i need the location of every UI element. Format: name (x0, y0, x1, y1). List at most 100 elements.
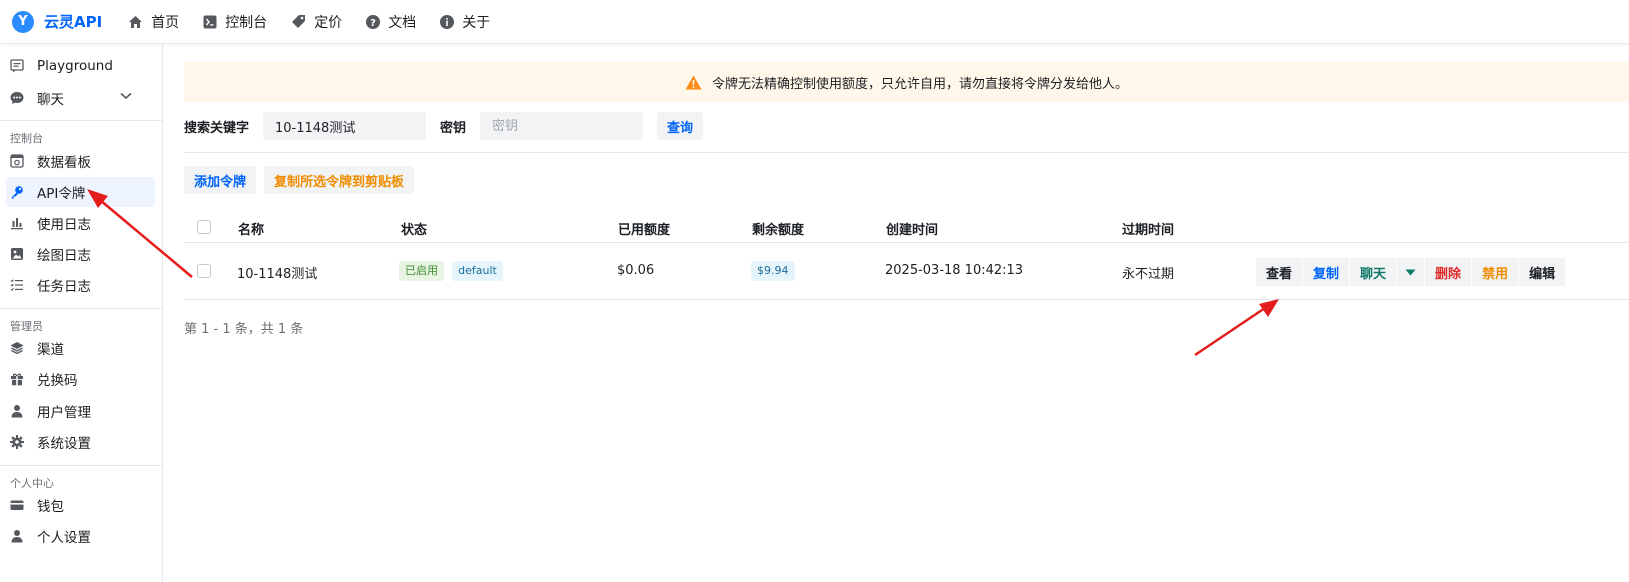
sidebar-item-usage-logs[interactable]: 使用日志 (6, 208, 155, 238)
sidebar-item-system-settings[interactable]: 系统设置 (6, 427, 155, 457)
sidebar-item-playground[interactable]: Playground (6, 51, 155, 81)
sidebar-item-personal-settings[interactable]: 个人设置 (6, 521, 155, 551)
warning-text: 令牌无法精确控制使用额度，只允许自用，请勿直接将令牌分发给他人。 (711, 76, 1128, 92)
remaining-quota-badge: $9.94 (751, 261, 795, 281)
sidebar-item-label: 数据看板 (37, 155, 91, 171)
sidebar-item-drawing-logs[interactable]: 绘图日志 (6, 239, 155, 269)
sidebar-item-label: 聊天 (37, 92, 64, 108)
layers-icon (10, 342, 24, 355)
delete-button[interactable]: 删除 (1424, 258, 1472, 286)
header-remaining: 剩余额度 (752, 223, 805, 238)
nav-docs-label: 文档 (388, 14, 417, 31)
nav-console-label: 控制台 (225, 14, 268, 31)
used-quota: $0.06 (617, 263, 655, 278)
top-navbar: Y 云灵API 首页 控制台 定价 ? 文档 关于 (0, 0, 1629, 44)
key-input[interactable] (480, 112, 644, 140)
nav-pricing[interactable]: 定价 (291, 12, 342, 32)
copy-selected-button[interactable]: 复制所选令牌到剪贴板 (264, 166, 415, 194)
terminal-icon (203, 15, 217, 28)
sidebar: Playground 聊天 控制台 数据看板 API令牌 使用日志 绘图日志 任… (0, 44, 163, 582)
select-all-checkbox[interactable] (197, 220, 211, 234)
app-logo[interactable]: Y (12, 10, 34, 33)
chat-dropdown-button[interactable] (1396, 258, 1425, 286)
sidebar-item-label: 使用日志 (37, 217, 91, 233)
sidebar-item-label: 兑换码 (37, 373, 78, 389)
sidebar-item-label: 系统设置 (37, 436, 91, 452)
keyword-input[interactable] (263, 112, 427, 140)
sidebar-group-admin: 管理员 (10, 320, 43, 333)
table-header-divider (184, 242, 1629, 243)
sidebar-item-wallet[interactable]: 钱包 (6, 490, 155, 520)
key-label: 密钥 (440, 120, 467, 136)
sidebar-divider (0, 308, 162, 309)
row-checkbox[interactable] (197, 264, 211, 278)
header-status: 状态 (401, 223, 428, 238)
view-button[interactable]: 查看 (1256, 258, 1303, 286)
header-expire: 过期时间 (1122, 223, 1175, 238)
table-row-divider (184, 299, 1629, 300)
warning-banner: 令牌无法精确控制使用额度，只允许自用，请勿直接将令牌分发给他人。 (184, 62, 1629, 102)
dashboard-icon (10, 154, 24, 168)
warning-icon (685, 75, 702, 89)
sidebar-item-redeem-codes[interactable]: 兑换码 (6, 364, 155, 394)
user-icon (11, 405, 23, 418)
disable-button[interactable]: 禁用 (1471, 258, 1519, 286)
home-icon (129, 15, 143, 28)
chat-box-icon (10, 59, 24, 73)
help-icon: ? (366, 14, 381, 29)
chevron-down-icon[interactable] (120, 92, 132, 100)
edit-button[interactable]: 编辑 (1518, 258, 1566, 286)
svg-text:?: ? (370, 18, 376, 29)
nav-home-label: 首页 (151, 14, 180, 31)
created-time: 2025-03-18 10:42:13 (885, 263, 1024, 278)
sidebar-item-task-logs[interactable]: 任务日志 (6, 270, 155, 300)
remaining-cell: $9.94 (751, 261, 795, 281)
row-action-group: 查看 复制 聊天 删除 禁用 编辑 (1256, 258, 1566, 286)
key-icon (11, 186, 23, 199)
nav-console[interactable]: 控制台 (203, 12, 267, 32)
query-button[interactable]: 查询 (657, 112, 704, 140)
sidebar-item-chat[interactable]: 聊天 (6, 83, 155, 113)
sidebar-item-user-management[interactable]: 用户管理 (6, 396, 155, 426)
sidebar-group-personal: 个人中心 (10, 477, 54, 490)
token-name: 10-1148测试 (237, 267, 318, 282)
sidebar-divider (0, 465, 162, 466)
sidebar-item-label: 渠道 (37, 342, 64, 358)
add-token-button[interactable]: 添加令牌 (184, 166, 257, 194)
nav-home[interactable]: 首页 (128, 12, 179, 32)
header-name: 名称 (238, 223, 265, 238)
chat-button[interactable]: 聊天 (1349, 258, 1397, 286)
search-form: 搜索关键字 密钥 查询 (184, 112, 704, 140)
nav-docs[interactable]: ? 文档 (366, 12, 416, 32)
brand-name[interactable]: 云灵API (44, 11, 102, 32)
nav-pricing-label: 定价 (314, 14, 343, 31)
tag-icon (292, 15, 306, 28)
status-cell: 已启用 default (399, 261, 503, 281)
sidebar-item-dashboard[interactable]: 数据看板 (6, 146, 155, 176)
user-settings-icon (11, 530, 23, 543)
info-icon (440, 14, 455, 29)
keyword-label: 搜索关键字 (184, 120, 250, 136)
wallet-icon (10, 500, 24, 510)
sidebar-item-channels[interactable]: 渠道 (6, 333, 155, 363)
sidebar-item-label: 钱包 (37, 499, 64, 515)
sidebar-item-api-tokens[interactable]: API令牌 (6, 177, 155, 207)
sidebar-item-label: API令牌 (37, 186, 86, 202)
header-created: 创建时间 (886, 223, 939, 238)
image-icon (11, 248, 23, 260)
gear-icon (10, 435, 24, 449)
sidebar-item-label: 个人设置 (37, 530, 91, 546)
sidebar-divider (0, 120, 162, 121)
caret-down-icon (1405, 269, 1416, 275)
nav-about-label: 关于 (462, 14, 491, 31)
expire-time: 永不过期 (1122, 267, 1175, 282)
divider (184, 152, 1629, 153)
sidebar-item-label: Playground (37, 58, 113, 74)
sidebar-item-label: 绘图日志 (37, 248, 91, 264)
status-badge: 已启用 (399, 261, 444, 281)
sidebar-group-console: 控制台 (10, 132, 43, 145)
bar-chart-icon (11, 218, 23, 230)
sidebar-item-label: 任务日志 (37, 279, 91, 295)
nav-about[interactable]: 关于 (440, 12, 490, 32)
copy-button[interactable]: 复制 (1302, 258, 1350, 286)
